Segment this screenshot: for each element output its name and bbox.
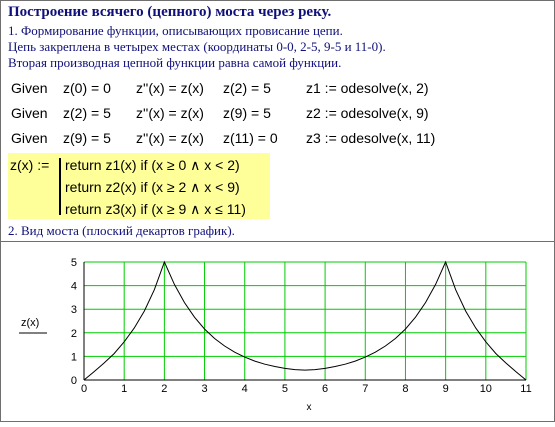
text-line-2: Цепь закреплена в четырех местах (коорди… <box>8 39 386 54</box>
x-tick-label: 5 <box>282 383 288 395</box>
text-line-3: Вторая производная цепной функции равна … <box>8 55 342 70</box>
odesolve-assignment: z3 := odesolve(x, 11) <box>306 130 436 146</box>
odesolve-assignment: z2 := odesolve(x, 9) <box>306 105 429 121</box>
piecewise-row: return z1(x) if (x ≥ 0 ∧ x < 2) <box>65 157 240 173</box>
boundary-condition: z(11) = 0 <box>223 130 278 146</box>
worksheet-title: Построение всячего (цепного) моста через… <box>8 4 332 20</box>
boundary-condition: z(2) = 5 <box>223 80 271 96</box>
ode-equation: z''(x) = z(x) <box>136 80 204 96</box>
x-tick-label: 2 <box>161 383 167 395</box>
x-tick-label: 3 <box>201 383 207 395</box>
y-tick-label: 4 <box>71 281 77 293</box>
y-tick-label: 5 <box>71 257 77 269</box>
y-axis-label: z(x) <box>21 317 39 329</box>
piecewise-lhs: z(x) := <box>10 157 50 173</box>
boundary-condition: z(2) = 5 <box>63 105 111 121</box>
program-bracket <box>59 158 61 215</box>
plot-region[interactable]: 0 1 2 3 4 5 6 7 8 9 10 11 0 1 2 3 4 5 z(x) x <box>1 241 554 422</box>
x-tick-label: 9 <box>443 383 449 395</box>
ode-equation: z''(x) = z(x) <box>136 130 204 146</box>
given-keyword: Given <box>11 80 48 96</box>
text-line-1: 1. Формирование функции, описывающих про… <box>8 23 343 38</box>
x-tick-label: 6 <box>322 383 328 395</box>
piecewise-row: return z2(x) if (x ≥ 2 ∧ x < 9) <box>65 179 240 195</box>
bridge-plot: 0 1 2 3 4 5 6 7 8 9 10 11 0 1 2 3 4 5 z(x) x <box>19 257 532 413</box>
boundary-condition: z(0) = 0 <box>63 80 111 96</box>
series-line <box>83 260 527 381</box>
y-tick-label: 1 <box>71 351 77 363</box>
x-tick-label: 1 <box>121 383 127 395</box>
given-keyword: Given <box>11 105 48 121</box>
x-tick-label: 11 <box>520 383 531 395</box>
x-tick-label: 10 <box>480 383 492 395</box>
odesolve-assignment: z1 := odesolve(x, 2) <box>306 80 429 96</box>
y-tick-label: 2 <box>71 328 77 340</box>
boundary-condition: z(9) = 5 <box>223 105 271 121</box>
y-tick-label: 3 <box>71 304 77 316</box>
boundary-condition: z(9) = 5 <box>63 130 111 146</box>
ode-equation: z''(x) = z(x) <box>136 105 204 121</box>
x-tick-label: 8 <box>402 383 408 395</box>
section-2-heading: 2. Вид моста (плоский декартов график). <box>8 223 235 238</box>
x-tick-label: 4 <box>242 383 248 395</box>
x-tick-label: 0 <box>81 383 87 395</box>
given-keyword: Given <box>11 130 48 146</box>
piecewise-row: return z3(x) if (x ≥ 9 ∧ x ≤ 11) <box>65 201 246 217</box>
x-axis-label: x <box>307 402 312 413</box>
y-tick-label: 0 <box>71 375 77 387</box>
x-tick-label: 7 <box>362 383 368 395</box>
worksheet: Построение всячего (цепного) моста через… <box>0 0 555 422</box>
